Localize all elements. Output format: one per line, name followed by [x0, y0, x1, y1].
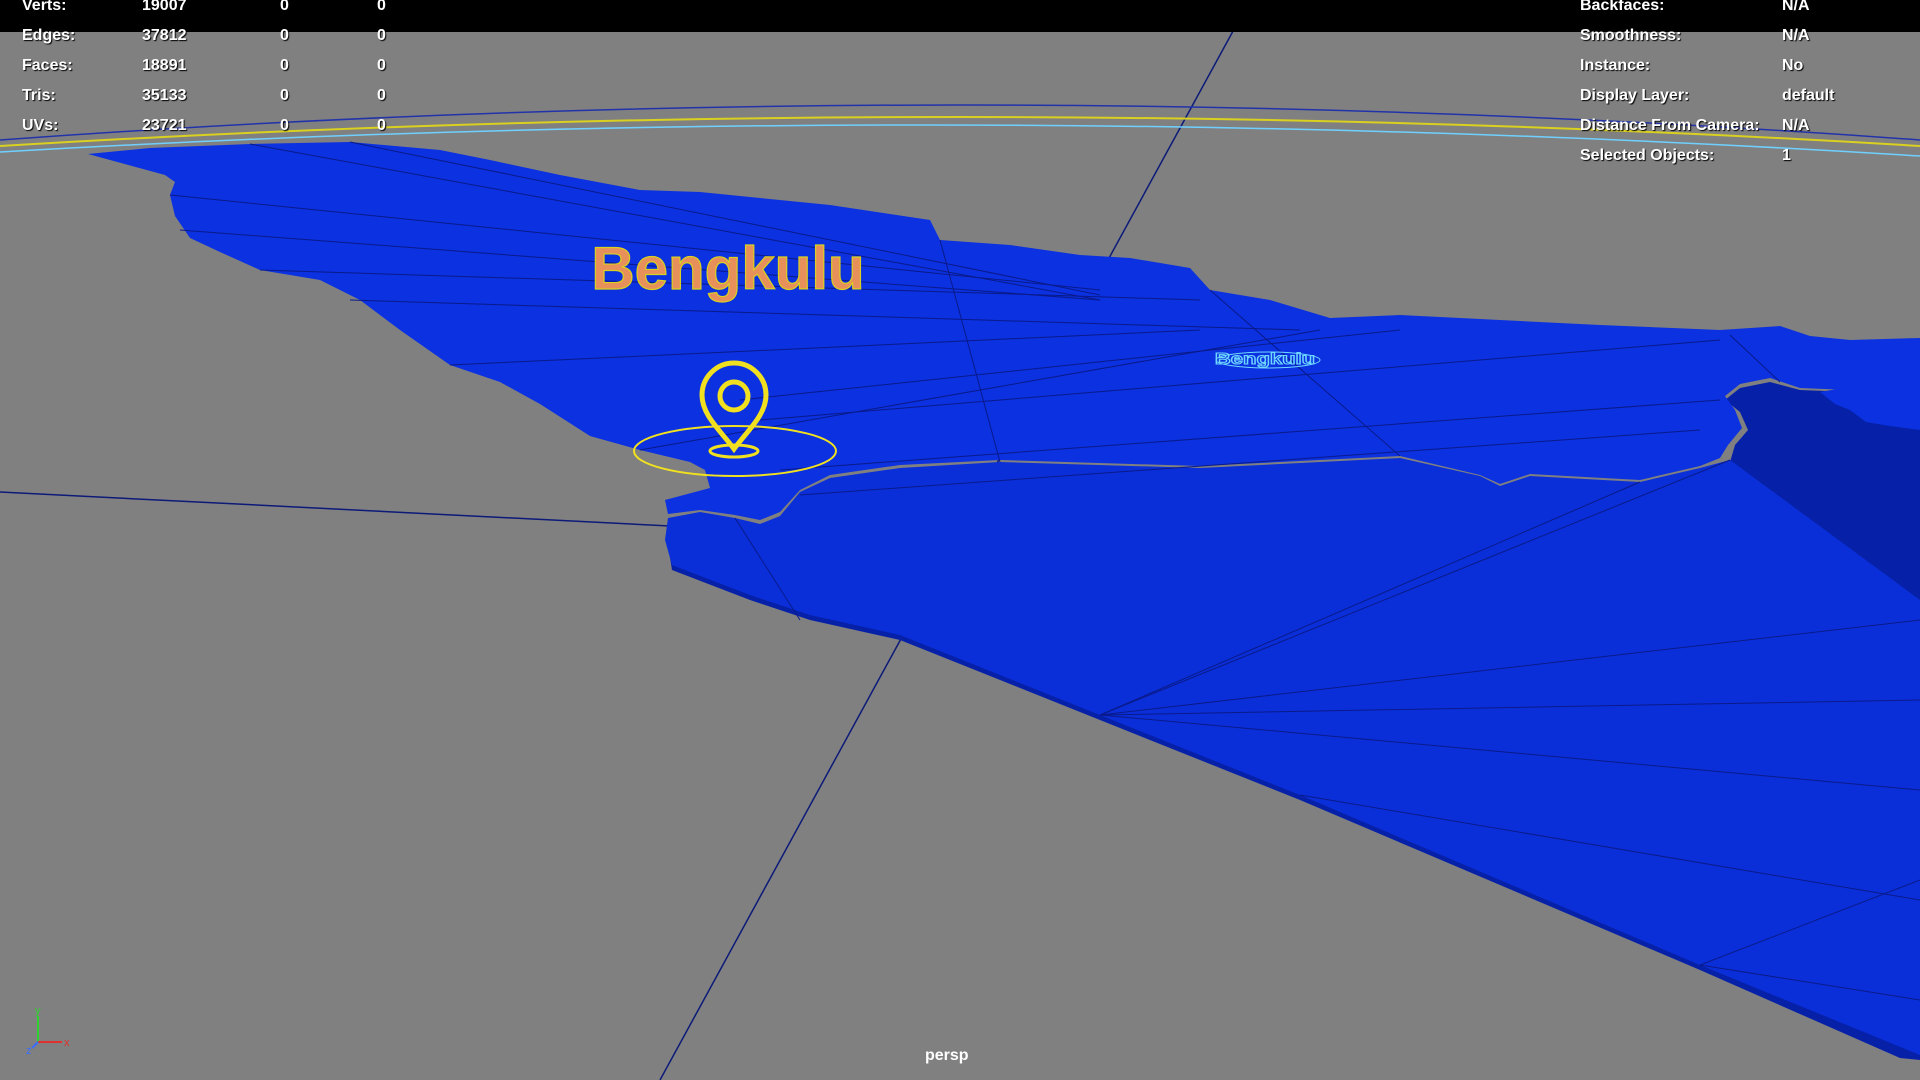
hud-stat-label: Faces:: [22, 57, 73, 74]
hud-detail-row: Backfaces: N/A: [1580, 0, 1900, 18]
hud-stat-component: 0: [377, 87, 386, 104]
hud-detail-value: default: [1782, 87, 1835, 104]
hud-stat-row: Edges: 37812 0 0: [22, 24, 442, 48]
hud-detail-value: No: [1782, 57, 1804, 74]
hud-detail-value: N/A: [1782, 0, 1810, 14]
axis-z-label: z: [26, 1045, 32, 1054]
hud-detail-value: 1: [1782, 147, 1791, 164]
hud-detail-value: N/A: [1782, 27, 1810, 44]
hud-stat-row: Tris: 35133 0 0: [22, 84, 442, 108]
hud-stat-label: UVs:: [22, 117, 59, 134]
map-label-3d[interactable]: Bengkulu: [591, 234, 866, 302]
hud-stat-component: 0: [377, 57, 386, 74]
camera-name-label: persp: [925, 1047, 969, 1064]
hud-detail-value: N/A: [1782, 117, 1810, 134]
hud-stat-total: 37812: [142, 27, 187, 44]
hud-detail-label: Smoothness:: [1580, 27, 1682, 44]
hud-detail-label: Display Layer:: [1580, 87, 1690, 104]
hud-detail-row: Instance: No: [1580, 54, 1900, 78]
hud-detail-label: Distance From Camera:: [1580, 117, 1760, 134]
hud-stat-component: 0: [377, 27, 386, 44]
hud-stat-total: 18891: [142, 57, 187, 74]
hud-detail-label: Backfaces:: [1580, 0, 1665, 14]
hud-stat-selected: 0: [280, 87, 289, 104]
hud-stat-component: 0: [377, 117, 386, 134]
province-mesh[interactable]: [88, 141, 1920, 1060]
hud-detail-row: Selected Objects: 1: [1580, 144, 1900, 168]
axis-x-label: x: [64, 1037, 70, 1049]
hud-stat-total: 35133: [142, 87, 187, 104]
hud-stat-total: 19007: [142, 0, 187, 14]
grid-axis-line: [0, 491, 691, 528]
hud-stat-label: Verts:: [22, 0, 67, 14]
hud-stat-label: Edges:: [22, 27, 76, 44]
hud-stat-selected: 0: [280, 117, 289, 134]
hud-stat-component: 0: [377, 0, 386, 14]
hud-detail-row: Display Layer: default: [1580, 84, 1900, 108]
hud-stat-label: Tris:: [22, 87, 56, 104]
hud-detail-row: Smoothness: N/A: [1580, 24, 1900, 48]
hud-stat-selected: 0: [280, 0, 289, 14]
axis-gizmo-icon: y x z: [26, 1005, 70, 1054]
hud-stat-selected: 0: [280, 57, 289, 74]
axis-y-label: y: [35, 1005, 41, 1017]
mesh-lower-surface: [665, 458, 1920, 1055]
hud-detail-label: Selected Objects:: [1580, 147, 1715, 164]
hud-stat-row: Faces: 18891 0 0: [22, 54, 442, 78]
hud-detail-label: Instance:: [1580, 57, 1651, 74]
hud-stat-selected: 0: [280, 27, 289, 44]
hud-stat-total: 23721: [142, 117, 187, 134]
hud-stat-row: UVs: 23721 0 0: [22, 114, 442, 138]
hud-detail-row: Distance From Camera: N/A: [1580, 114, 1900, 138]
hud-stat-row: Verts: 19007 0 0: [22, 0, 442, 18]
